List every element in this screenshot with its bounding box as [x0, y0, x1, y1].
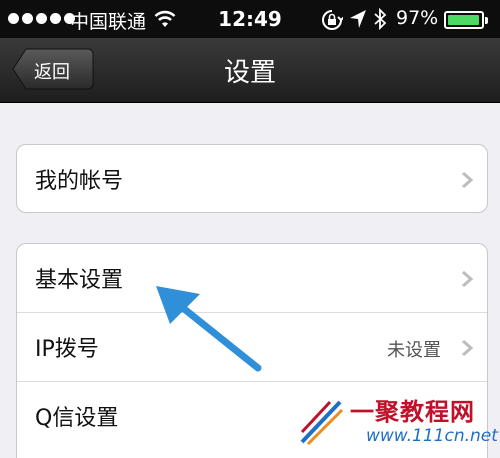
page-title: 设置	[223, 58, 276, 88]
rotation-lock-icon	[322, 10, 343, 30]
watermark-logo-icon	[300, 400, 344, 446]
account-group: 我的帐号	[16, 144, 488, 213]
watermark-url: www.111cn.net	[366, 426, 498, 446]
chevron-right-icon	[462, 270, 473, 288]
bluetooth-icon	[374, 8, 387, 30]
pointer-arrow-annotation	[156, 286, 262, 372]
battery-icon	[444, 11, 488, 29]
list-item-my-account[interactable]: 我的帐号	[17, 145, 487, 212]
battery-percent: 97%	[396, 7, 439, 29]
status-bar: 中国联通 12:49 97%	[0, 0, 500, 38]
row-value: 未设置	[387, 340, 441, 361]
row-label: 基本设置	[35, 268, 124, 293]
row-label: IP拨号	[35, 337, 99, 362]
chevron-right-icon	[462, 171, 473, 189]
watermark-brand: 一聚教程网	[350, 398, 475, 426]
battery-level-fill	[448, 15, 480, 25]
row-label: Q信设置	[35, 406, 119, 431]
chevron-right-icon	[462, 339, 473, 357]
row-label: 我的帐号	[35, 169, 124, 194]
watermark: 一聚教程网 www.111cn.net	[300, 392, 500, 458]
navigation-bar: 返回 设置	[0, 38, 500, 103]
location-arrow-icon	[350, 10, 366, 28]
